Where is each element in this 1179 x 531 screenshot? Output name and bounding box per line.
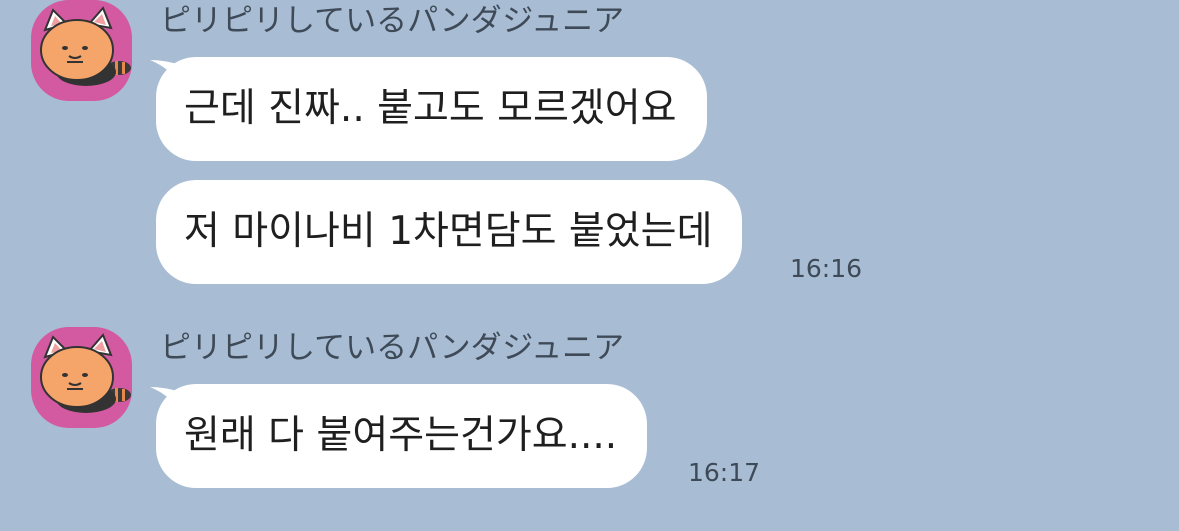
red-panda-avatar-icon: [40, 6, 131, 86]
message-text: 원래 다 붙여주는건가요....: [184, 413, 618, 458]
sender-name: ピリピリしているパンダジュニア: [160, 330, 625, 366]
message-timestamp: 16:17: [688, 458, 761, 487]
sender-avatar[interactable]: [31, 0, 132, 101]
sender-avatar[interactable]: [31, 327, 132, 428]
message-text: 근데 진짜.. 붙고도 모르겠어요: [184, 86, 677, 131]
message-bubble[interactable]: 근데 진짜.. 붙고도 모르겠어요: [156, 57, 707, 161]
red-panda-avatar-icon: [40, 333, 131, 413]
message-timestamp: 16:16: [790, 254, 863, 283]
sender-name: ピリピリしているパンダジュニア: [160, 3, 625, 39]
message-bubble[interactable]: 저 마이나비 1차면담도 붙었는데: [156, 180, 743, 284]
message-bubble[interactable]: 원래 다 붙여주는건가요....: [156, 384, 648, 488]
message-text: 저 마이나비 1차면담도 붙었는데: [184, 209, 713, 254]
